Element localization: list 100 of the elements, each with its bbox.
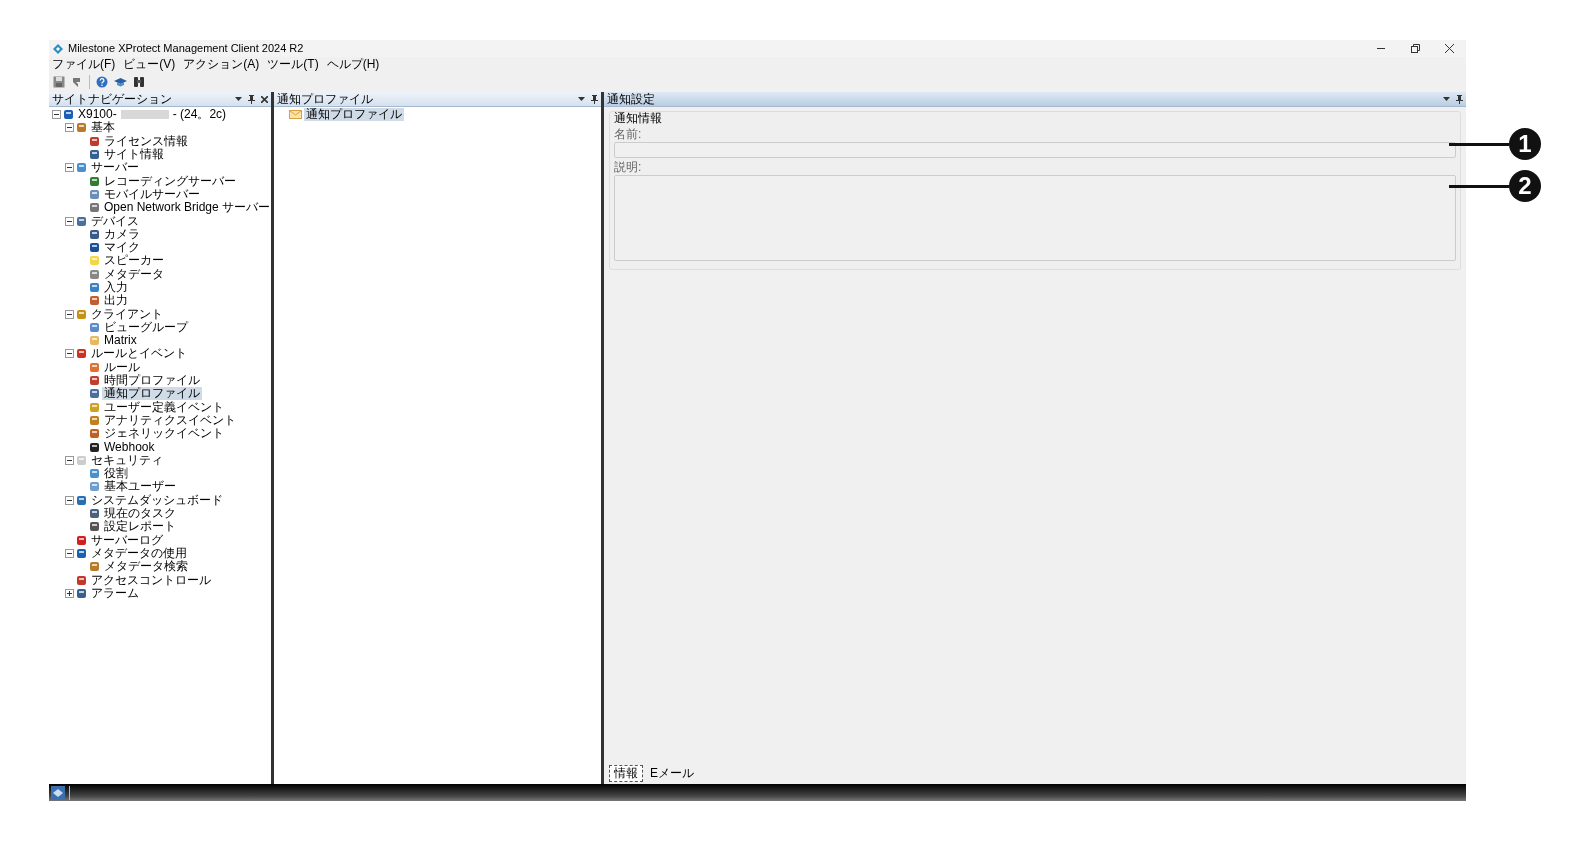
collapse-toggle[interactable] (65, 123, 74, 133)
tree-item[interactable]: ルール (102, 360, 142, 374)
tree-item[interactable]: クライアント (89, 307, 165, 321)
tree-item[interactable]: ユーザー定義イベント (102, 400, 226, 414)
tree-item[interactable]: Matrix (102, 334, 139, 348)
tree-item[interactable]: サーバーログ (89, 533, 165, 547)
tree-item[interactable]: 設定レポート (102, 520, 178, 534)
node-icon (89, 561, 100, 573)
node-icon (89, 255, 100, 267)
minimize-icon (1377, 48, 1385, 49)
field-label: 説明: (614, 161, 643, 174)
save-icon[interactable] (53, 76, 65, 88)
tree-item[interactable]: 基本ユーザー (102, 480, 178, 494)
tree-item[interactable]: サーバー (89, 161, 141, 175)
graduation-cap-icon[interactable] (114, 77, 127, 87)
callout-number: 2 (1509, 170, 1541, 202)
tree-item[interactable]: ジェネリックイベント (102, 427, 226, 441)
node-icon (89, 481, 100, 493)
tree-item[interactable]: ビューグループ (102, 320, 190, 334)
node-icon (89, 375, 100, 387)
tree-item[interactable]: ライセンス情報 (102, 134, 190, 148)
tree-item[interactable]: レコーディングサーバー (102, 174, 238, 188)
tree-item[interactable]: Open Network Bridge サーバー (102, 201, 273, 215)
leader-line (1449, 142, 1509, 146)
plus-icon (67, 590, 72, 596)
tree-item[interactable]: 役割 (102, 467, 130, 481)
menu-item[interactable]: ヘルプ(H) (326, 58, 380, 71)
tree-item[interactable]: 時間プロファイル (102, 374, 202, 388)
node-icon (76, 215, 87, 227)
node-icon (89, 282, 100, 293)
tree-item[interactable]: X9100- (76, 108, 119, 122)
pin-icon[interactable] (591, 94, 598, 104)
tree-item[interactable]: 通知プロファイル (102, 387, 202, 401)
tree-item[interactable]: 現在のタスク (102, 507, 178, 521)
help-icon[interactable] (96, 76, 108, 88)
menu-item[interactable]: ビュー(V) (123, 58, 176, 71)
collapse-toggle[interactable] (52, 110, 61, 120)
close-icon (1444, 44, 1454, 53)
description-field[interactable] (614, 175, 1456, 261)
node-icon (89, 388, 100, 400)
dropdown-icon[interactable] (235, 97, 242, 101)
profile-item[interactable]: 通知プロファイル (304, 108, 404, 122)
tree-item[interactable]: Webhook (102, 440, 157, 454)
tree-item[interactable]: ルールとイベント (89, 347, 189, 361)
minus-icon (67, 550, 72, 556)
node-icon (89, 414, 100, 426)
tree-item[interactable]: デバイス (89, 214, 141, 228)
menu-item[interactable]: アクション(A) (183, 58, 260, 71)
minus-icon (67, 457, 72, 463)
tree-item[interactable]: システムダッシュボード (89, 493, 225, 507)
tree-item[interactable]: メタデータ検索 (102, 560, 190, 574)
tree-item[interactable]: モバイルサーバー (102, 187, 202, 201)
menu-item[interactable]: ツール(T) (267, 58, 319, 71)
tree-item[interactable]: マイク (102, 241, 142, 255)
node-icon (76, 454, 87, 466)
collapse-toggle[interactable] (65, 548, 74, 558)
collapse-toggle[interactable] (65, 455, 74, 465)
tree-item[interactable]: セキュリティ (89, 453, 165, 467)
callout-number: 1 (1509, 128, 1541, 160)
panel-title: 通知プロファイル (277, 92, 374, 106)
restore-icon (1410, 44, 1420, 53)
collapse-toggle[interactable] (65, 349, 74, 359)
pin-icon[interactable] (1456, 94, 1463, 104)
tree-item[interactable]: 出力 (102, 294, 130, 308)
node-icon (76, 308, 87, 320)
minus-icon (67, 165, 72, 171)
expand-toggle[interactable] (65, 588, 74, 598)
node-icon (89, 228, 100, 240)
node-icon (89, 268, 100, 280)
tree-item[interactable]: 基本 (89, 121, 117, 135)
field-label: 名前: (614, 128, 643, 141)
collapse-toggle[interactable] (65, 309, 74, 319)
tree-item[interactable]: アクセスコントロール (89, 573, 213, 587)
tree-item[interactable]: スピーカー (102, 254, 166, 268)
tree-item[interactable]: アラーム (89, 586, 141, 600)
pin-icon[interactable] (248, 94, 255, 104)
tree-item[interactable]: カメラ (102, 227, 142, 241)
envelope-icon (289, 110, 302, 120)
minus-icon (67, 125, 72, 131)
dropdown-icon[interactable] (578, 97, 585, 101)
collapse-toggle[interactable] (65, 495, 74, 505)
tree-item[interactable]: メタデータ (102, 267, 166, 281)
tree-item[interactable]: アナリティクスイベント (102, 413, 238, 427)
tab[interactable]: 情報 (609, 765, 643, 782)
undo-icon[interactable] (71, 76, 83, 88)
dropdown-icon[interactable] (1443, 97, 1450, 101)
tree-item[interactable]: 入力 (102, 281, 130, 294)
binoculars-icon[interactable] (133, 76, 145, 88)
panel-title: サイトナビゲーション (52, 92, 173, 106)
monitor-icon[interactable] (51, 786, 65, 799)
node-icon (76, 162, 87, 174)
tree-item[interactable]: サイト情報 (102, 148, 166, 162)
node-icon (89, 508, 100, 520)
name-field[interactable] (614, 142, 1456, 158)
node-icon (89, 428, 100, 440)
menu-item[interactable]: ファイル(F) (52, 58, 116, 71)
collapse-toggle[interactable] (65, 216, 74, 226)
collapse-toggle[interactable] (65, 163, 74, 173)
close-icon[interactable] (261, 95, 268, 103)
tree-item[interactable]: メタデータの使用 (89, 546, 189, 560)
